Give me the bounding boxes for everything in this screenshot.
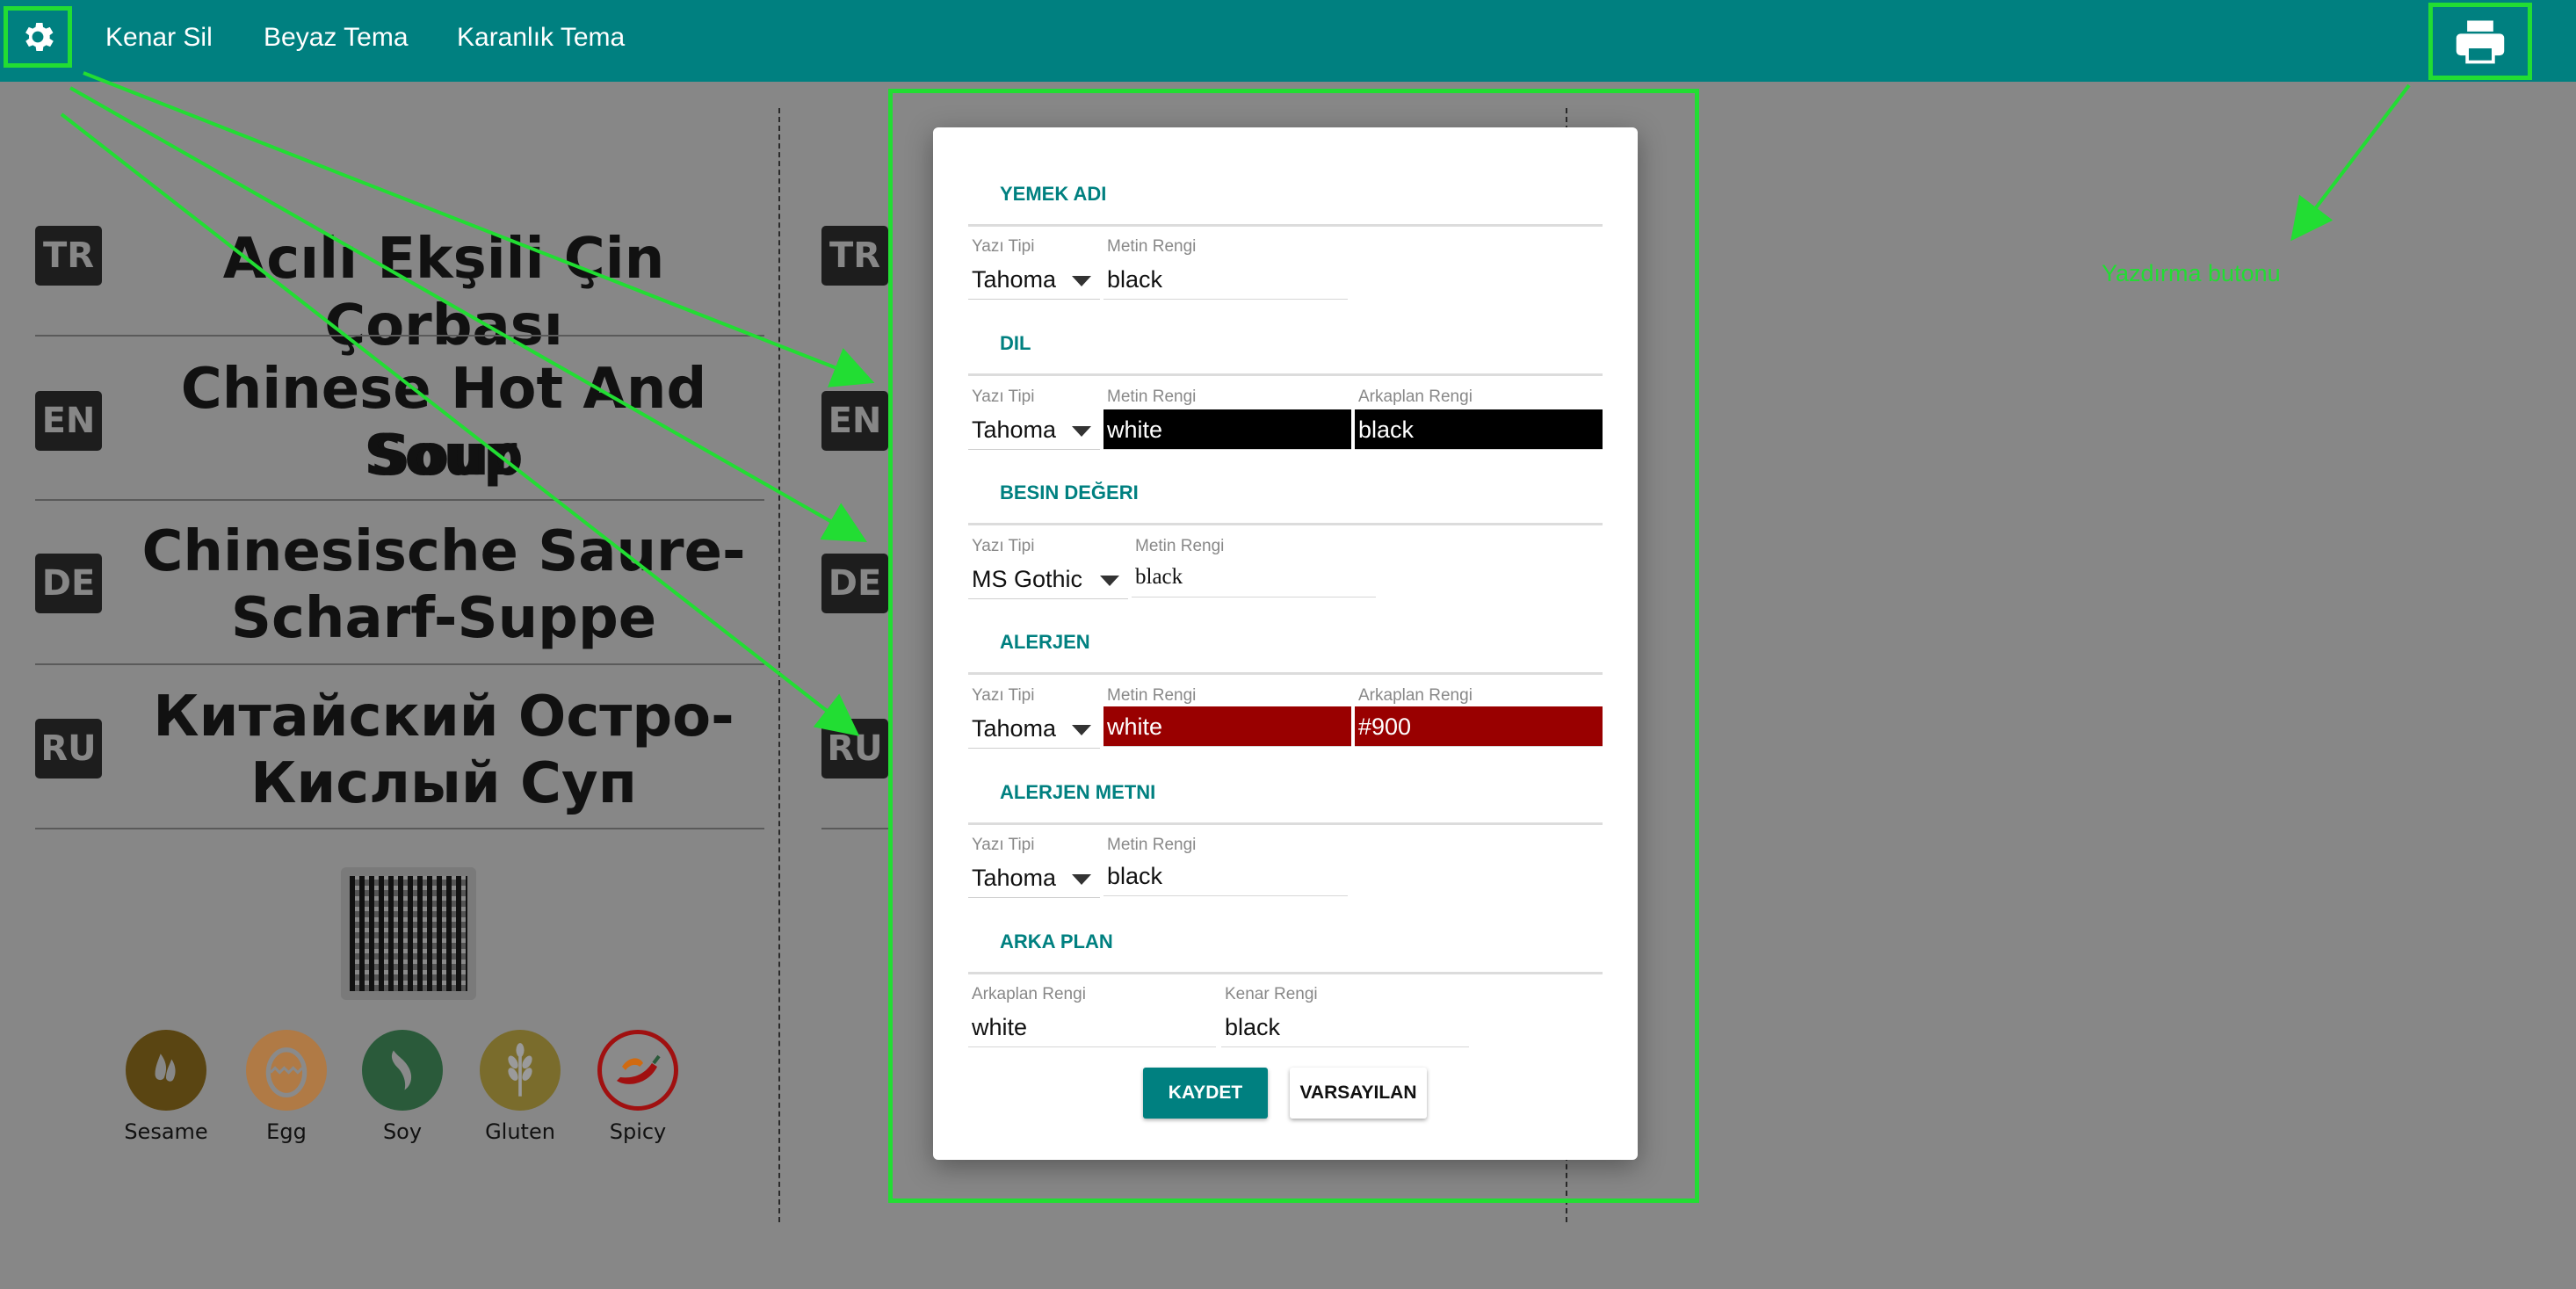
print-button-annotation: Yazdırma butonu xyxy=(2102,260,2281,286)
annotation-arrow xyxy=(69,86,867,542)
annotation-arrow xyxy=(83,71,875,387)
annotation-arrow xyxy=(60,112,860,736)
annotation-arrow xyxy=(2290,83,2411,242)
annotation-arrows xyxy=(60,71,2411,736)
